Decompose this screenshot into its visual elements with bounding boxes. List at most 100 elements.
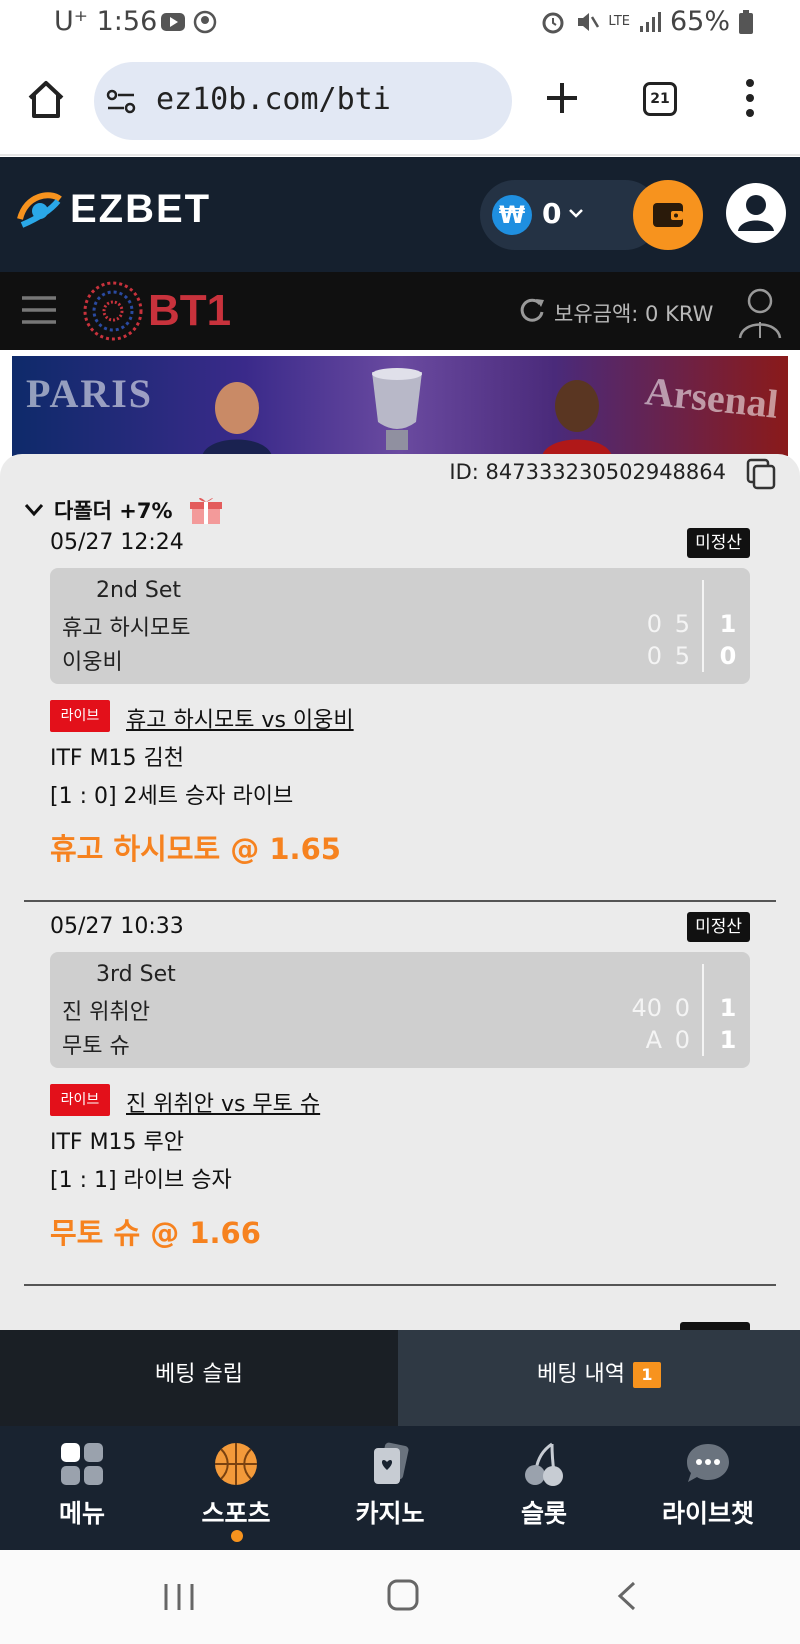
alarm-icon [542, 12, 564, 33]
nav-label: 스포츠 [201, 1499, 271, 1528]
browser-toolbar: ez10b.com/bti 21 [0, 48, 800, 156]
nav-item-livechat[interactable]: 라이브챗 [638, 1440, 778, 1530]
nav-item-sports[interactable]: 스포츠 [166, 1440, 306, 1530]
home-button-icon[interactable] [386, 1578, 420, 1612]
site-logo[interactable]: EZBET [70, 187, 211, 232]
copy-icon[interactable] [746, 458, 776, 490]
team2-sets: 1 [719, 1026, 737, 1054]
live-badge: 라이브 [50, 1084, 110, 1116]
team2-game-points: 0 [646, 642, 662, 670]
next-status-badge-partial [680, 1322, 750, 1330]
chat-icon [687, 1444, 729, 1482]
site-settings-icon[interactable] [106, 88, 138, 116]
wallet-icon [653, 203, 683, 227]
nav-item-slots[interactable]: 슬롯 [474, 1440, 614, 1530]
bet-date: 05/27 10:33 [50, 914, 184, 939]
betslip-tabs: 베팅 슬립 베팅 내역 1 [0, 1330, 800, 1426]
recent-apps-icon[interactable] [162, 1582, 196, 1612]
team1-game-points: 0 [646, 610, 662, 638]
team2-set-games: 5 [674, 642, 690, 670]
youtube-icon [161, 13, 185, 31]
set-label: 2nd Set [96, 578, 182, 603]
battery-icon [739, 9, 753, 34]
team2-name: 무토 슈 [62, 1034, 130, 1059]
banner-paris-text: PARIS [26, 371, 154, 416]
scoreboard: 3rd Set 진 위취안 무토 슈 40 0 A 0 1 1 [50, 952, 750, 1068]
bet-pick: 무토 슈 @ 1.66 [50, 1216, 261, 1250]
account-circle-icon [193, 10, 217, 34]
bet-id: ID: 847333230502948864 [449, 460, 726, 484]
url-text: ez10b.com/bti [156, 82, 391, 117]
ezbet-logo-icon[interactable] [16, 189, 64, 231]
nav-label: 슬롯 [520, 1499, 567, 1528]
sportsbook-bar: BT1 보유금액: 0 KRW [0, 272, 800, 350]
player-image-right [542, 380, 612, 456]
live-badge: 라이브 [50, 700, 110, 732]
promo-banner[interactable]: PARIS Arsenal [12, 356, 788, 456]
tab-bet-history-label: 베팅 내역 [537, 1362, 625, 1387]
trophy-image [372, 368, 422, 450]
new-tab-icon[interactable] [544, 80, 580, 116]
nav-label: 메뉴 [58, 1499, 105, 1528]
league-name: ITF M15 김천 [50, 746, 185, 771]
team2-set-games: 0 [674, 1026, 690, 1054]
chevron-down-icon [569, 209, 583, 218]
market-name: [1 : 1] 라이브 승자 [50, 1168, 232, 1193]
status-badge: 미정산 [687, 912, 750, 942]
team1-set-games: 5 [674, 610, 690, 638]
wallet-button[interactable] [633, 180, 703, 250]
network-type: LTE [608, 14, 630, 29]
basketball-icon [215, 1443, 257, 1485]
status-time: U⁺ 1:56 [54, 6, 158, 37]
match-link[interactable]: 휴고 하시모토 vs 이웅비 [126, 702, 354, 734]
status-badge: 미정산 [687, 528, 750, 558]
player-image-left [202, 382, 272, 456]
team1-set-games: 0 [674, 994, 690, 1022]
bet-card: 05/27 10:33 미정산 3rd Set 진 위취안 무토 슈 40 0 … [24, 902, 776, 1286]
team1-sets: 1 [719, 994, 737, 1022]
status-right: LTE 65% [540, 6, 754, 37]
hamburger-menu-icon[interactable] [20, 294, 58, 326]
nav-item-casino[interactable]: 카지노 [320, 1440, 460, 1530]
nav-label: 카지노 [355, 1499, 425, 1528]
address-bar[interactable]: ez10b.com/bti [94, 62, 512, 140]
chevron-down-icon [24, 504, 44, 517]
team2-name: 이웅비 [62, 650, 123, 675]
nav-label: 라이브챗 [661, 1499, 754, 1528]
account-icon[interactable] [736, 286, 784, 340]
bti-logo-icon [83, 281, 143, 341]
cards-icon [374, 1442, 409, 1484]
team1-sets: 1 [719, 610, 737, 638]
battery-percent: 65% [669, 6, 730, 37]
bet-date: 05/27 12:24 [50, 530, 184, 555]
system-navigation-bar [0, 1550, 800, 1644]
bottom-navigation: 메뉴 스포츠 카지노 슬롯 라이브챗 [0, 1426, 800, 1550]
more-options-icon[interactable] [744, 78, 756, 118]
market-name: [1 : 0] 2세트 승자 라이브 [50, 784, 294, 809]
user-icon [738, 195, 774, 231]
score-divider [702, 964, 704, 1056]
balance-value: 0 [542, 197, 562, 230]
back-icon[interactable] [614, 1580, 638, 1612]
refresh-icon[interactable] [518, 296, 546, 324]
signal-icon [639, 11, 661, 32]
set-label: 3rd Set [96, 962, 176, 987]
status-bar: U⁺ 1:56 LTE 65% [0, 0, 800, 48]
tab-bet-slip[interactable]: 베팅 슬립 [0, 1330, 398, 1426]
cherry-icon [525, 1442, 563, 1486]
holding-amount: 보유금액: 0 KRW [554, 302, 714, 326]
tab-bet-history[interactable]: 베팅 내역 1 [398, 1330, 800, 1426]
site-header: EZBET ₩ 0 [0, 157, 800, 272]
profile-button[interactable] [726, 183, 786, 243]
team2-sets: 0 [719, 642, 737, 670]
bet-history-panel: ID: 847333230502948864 다폴더 +7% 05/27 12:… [0, 454, 800, 1330]
bti-logo[interactable]: BT1 [148, 286, 231, 336]
tab-switcher-button[interactable]: 21 [643, 82, 677, 116]
scoreboard: 2nd Set 휴고 하시모토 이웅비 0 5 0 5 1 0 [50, 568, 750, 684]
league-name: ITF M15 루안 [50, 1130, 185, 1155]
home-icon[interactable] [26, 78, 66, 120]
match-link[interactable]: 진 위취안 vs 무토 슈 [126, 1086, 320, 1118]
active-nav-indicator [231, 1530, 243, 1542]
nav-item-menu[interactable]: 메뉴 [12, 1440, 152, 1530]
tab-bet-slip-label: 베팅 슬립 [155, 1362, 243, 1387]
